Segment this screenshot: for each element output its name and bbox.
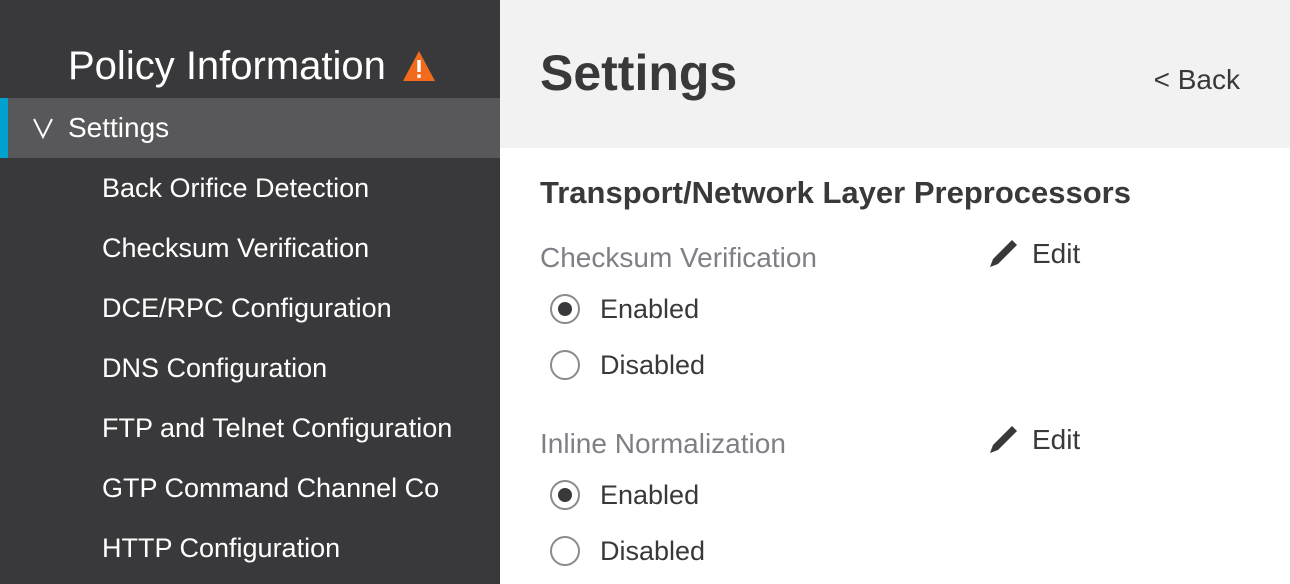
- sidebar-item-checksum-verification[interactable]: Checksum Verification: [0, 218, 500, 278]
- edit-button[interactable]: Edit: [986, 236, 1080, 272]
- active-indicator: [0, 98, 8, 158]
- group-label: Inline Normalization: [540, 428, 786, 459]
- back-link[interactable]: < Back: [1154, 62, 1240, 98]
- radio-button[interactable]: [550, 294, 580, 324]
- pencil-icon: [990, 426, 1017, 453]
- radio-enabled[interactable]: Enabled: [550, 478, 699, 512]
- sidebar-item-dns-configuration[interactable]: DNS Configuration: [0, 338, 500, 398]
- sidebar-item-back-orifice-detection[interactable]: Back Orifice Detection: [0, 158, 500, 218]
- radio-label: Disabled: [600, 350, 706, 380]
- section-title: Transport/Network Layer Preprocessors: [540, 175, 1131, 210]
- app-window: Policy Information Settings Back Orifice…: [0, 0, 1290, 584]
- edit-label: Edit: [1032, 424, 1081, 455]
- sidebar-header: Policy Information: [68, 42, 436, 90]
- radio-button[interactable]: [550, 480, 580, 510]
- sidebar-title: Policy Information: [68, 44, 386, 88]
- radio-disabled[interactable]: Disabled: [550, 534, 705, 568]
- edit-button[interactable]: Edit: [986, 422, 1080, 458]
- radio-button[interactable]: [550, 536, 580, 566]
- radio-label: Enabled: [600, 480, 700, 510]
- settings-submenu: Back Orifice Detection Checksum Verifica…: [0, 158, 500, 578]
- pencil-icon: [990, 240, 1017, 267]
- radio-label: Disabled: [600, 536, 706, 566]
- page-title: Settings: [540, 45, 738, 101]
- sidebar-item-dce-rpc-configuration[interactable]: DCE/RPC Configuration: [0, 278, 500, 338]
- group-label: Checksum Verification: [540, 242, 818, 273]
- sidebar-item-http-configuration[interactable]: HTTP Configuration: [0, 518, 500, 578]
- page-header: Settings < Back: [500, 0, 1290, 148]
- radio-button[interactable]: [550, 350, 580, 380]
- sidebar-item-gtp-command-channel[interactable]: GTP Command Channel Co: [0, 458, 500, 518]
- radio-enabled[interactable]: Enabled: [550, 292, 699, 326]
- main-content: Settings < Back Transport/Network Layer …: [500, 0, 1290, 584]
- radio-disabled[interactable]: Disabled: [550, 348, 705, 382]
- sidebar-item-label: Settings: [68, 112, 170, 143]
- warning-triangle-icon[interactable]: [402, 50, 436, 82]
- sidebar-item-ftp-telnet-configuration[interactable]: FTP and Telnet Configuration: [0, 398, 500, 458]
- sidebar: Policy Information Settings Back Orifice…: [0, 0, 500, 584]
- chevron-down-icon: [33, 118, 53, 140]
- sidebar-item-settings[interactable]: Settings: [0, 98, 500, 158]
- edit-label: Edit: [1032, 238, 1081, 269]
- radio-label: Enabled: [600, 294, 700, 324]
